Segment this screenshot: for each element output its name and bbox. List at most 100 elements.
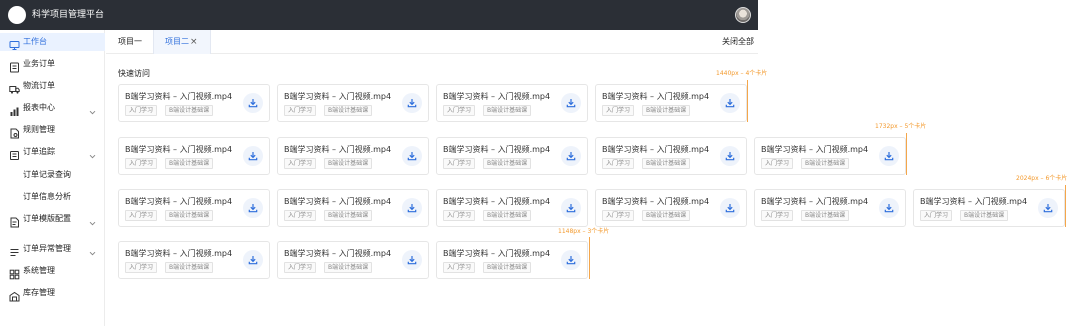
sidebar-item[interactable]: 订单模版配置 <box>0 210 105 228</box>
download-icon <box>407 256 417 265</box>
card-tag: B端设计基础课 <box>642 105 691 116</box>
download-icon <box>407 99 417 108</box>
download-icon <box>248 99 258 108</box>
card-tag: 入门学习 <box>602 158 635 169</box>
file-card[interactable]: B端学习资料 – 入门视频.mp4 入门学习 B端设计基础课 <box>118 241 270 279</box>
download-icon <box>1043 204 1053 213</box>
file-card[interactable]: B端学习资料 – 入门视频.mp4 入门学习 B端设计基础课 <box>118 137 270 175</box>
card-tag: 入门学习 <box>602 105 635 116</box>
download-button[interactable] <box>402 146 422 166</box>
annotation-label: 1732px – 5个卡片 <box>875 123 927 130</box>
tab-bar: 项目一 项目二 × 关闭全部 <box>106 30 758 54</box>
logo-icon <box>8 6 26 24</box>
card-tag: 入门学习 <box>443 105 476 116</box>
card-tag: 入门学习 <box>125 262 158 273</box>
download-button[interactable] <box>561 93 581 113</box>
sidebar-item-label: 订单记录查询 <box>23 170 71 179</box>
file-card[interactable]: B端学习资料 – 入门视频.mp4 入门学习 B端设计基础课 <box>436 84 588 122</box>
download-button[interactable] <box>879 198 899 218</box>
tab-project-1[interactable]: 项目一 <box>118 30 142 54</box>
card-title: B端学习资料 – 入门视频.mp4 <box>125 92 233 101</box>
file-card[interactable]: B端学习资料 – 入门视频.mp4 入门学习 B端设计基础课 <box>277 189 429 227</box>
warehouse-icon <box>9 287 20 302</box>
card-tag: B端设计基础课 <box>642 158 691 169</box>
file-card[interactable]: B端学习资料 – 入门视频.mp4 入门学习 B端设计基础课 <box>595 84 747 122</box>
sidebar-item-label: 物流订单 <box>23 81 55 90</box>
chevron-down-icon[interactable] <box>88 213 97 226</box>
sidebar-item[interactable]: 业务订单 <box>0 55 105 73</box>
sidebar-item[interactable]: 工作台 <box>0 33 105 51</box>
sidebar-item[interactable]: 物流订单 <box>0 77 105 95</box>
card-tag: 入门学习 <box>761 158 794 169</box>
file-card[interactable]: B端学习资料 – 入门视频.mp4 入门学习 B端设计基础课 <box>595 137 747 175</box>
sidebar-item-label: 订单追踪 <box>23 147 55 156</box>
annotation-line <box>906 133 907 175</box>
file-icon <box>9 124 20 139</box>
file-card[interactable]: B端学习资料 – 入门视频.mp4 入门学习 B端设计基础课 <box>595 189 747 227</box>
download-button[interactable] <box>402 93 422 113</box>
file-card[interactable]: B端学习资料 – 入门视频.mp4 入门学习 B端设计基础课 <box>277 84 429 122</box>
download-button[interactable] <box>402 198 422 218</box>
download-button[interactable] <box>243 93 263 113</box>
file-card[interactable]: B端学习资料 – 入门视频.mp4 入门学习 B端设计基础课 <box>118 84 270 122</box>
download-button[interactable] <box>879 146 899 166</box>
card-tag: B端设计基础课 <box>324 262 373 273</box>
sidebar-item[interactable]: 订单异常管理 <box>0 240 105 258</box>
download-button[interactable] <box>561 146 581 166</box>
chevron-down-icon[interactable] <box>88 102 97 115</box>
sidebar-item[interactable]: 规则管理 <box>0 121 105 139</box>
card-tag: B端设计基础课 <box>165 105 214 116</box>
card-tag: B端设计基础课 <box>960 210 1009 221</box>
download-button[interactable] <box>243 250 263 270</box>
list-icon <box>9 146 20 160</box>
file-card[interactable]: B端学习资料 – 入门视频.mp4 入门学习 B端设计基础课 <box>436 241 588 279</box>
file-card[interactable]: B端学习资料 – 入门视频.mp4 入门学习 B端设计基础课 <box>436 189 588 227</box>
sidebar-item-label: 库存管理 <box>23 288 55 297</box>
file-card[interactable]: B端学习资料 – 入门视频.mp4 入门学习 B端设计基础课 <box>913 189 1065 227</box>
close-icon[interactable]: × <box>190 30 198 54</box>
download-button[interactable] <box>243 198 263 218</box>
card-title: B端学习资料 – 入门视频.mp4 <box>284 92 392 101</box>
download-button[interactable] <box>243 146 263 166</box>
download-icon <box>407 152 417 161</box>
download-icon <box>566 204 576 213</box>
download-icon <box>725 152 735 161</box>
download-button[interactable] <box>561 198 581 218</box>
chevron-down-icon[interactable] <box>88 146 97 159</box>
card-title: B端学习资料 – 入门视频.mp4 <box>284 197 392 206</box>
app-title: 科学项目管理平台 <box>32 10 105 20</box>
file-card[interactable]: B端学习资料 – 入门视频.mp4 入门学习 B端设计基础课 <box>754 189 906 227</box>
file-card[interactable]: B端学习资料 – 入门视频.mp4 入门学习 B端设计基础课 <box>277 241 429 279</box>
card-tag: 入门学习 <box>125 105 158 116</box>
user-avatar[interactable] <box>735 7 751 23</box>
sidebar: 工作台业务订单物流订单报表中心规则管理订单追踪订单记录查询订单信息分析 订单模版配… <box>0 30 105 326</box>
annotation-label: 2024px – 6个卡片 <box>1016 175 1068 182</box>
sidebar-item[interactable]: 订单记录查询 <box>0 166 105 184</box>
sidebar-item[interactable]: 库存管理 <box>0 284 105 302</box>
download-icon <box>725 204 735 213</box>
template-icon <box>9 213 20 228</box>
sidebar-item[interactable]: 报表中心 <box>0 99 105 117</box>
card-tag: B端设计基础课 <box>165 210 214 221</box>
sidebar-item[interactable]: 订单追踪 <box>0 143 105 161</box>
download-button[interactable] <box>720 198 740 218</box>
close-all-button[interactable]: 关闭全部 <box>722 30 754 54</box>
download-button[interactable] <box>720 93 740 113</box>
download-icon <box>248 256 258 265</box>
download-button[interactable] <box>1038 198 1058 218</box>
sidebar-item[interactable]: 订单信息分析 <box>0 188 105 206</box>
tab-project-2[interactable]: 项目二 × <box>153 30 211 54</box>
download-button[interactable] <box>402 250 422 270</box>
file-card[interactable]: B端学习资料 – 入门视频.mp4 入门学习 B端设计基础课 <box>277 137 429 175</box>
annotation-label: 1148px – 3个卡片 <box>558 228 610 235</box>
chevron-down-icon[interactable] <box>88 243 97 256</box>
sidebar-item[interactable]: 系统管理 <box>0 262 105 280</box>
download-button[interactable] <box>720 146 740 166</box>
card-title: B端学习资料 – 入门视频.mp4 <box>443 145 551 154</box>
download-button[interactable] <box>561 250 581 270</box>
download-icon <box>884 204 894 213</box>
bar-chart-icon <box>9 102 20 116</box>
file-card[interactable]: B端学习资料 – 入门视频.mp4 入门学习 B端设计基础课 <box>118 189 270 227</box>
file-card[interactable]: B端学习资料 – 入门视频.mp4 入门学习 B端设计基础课 <box>754 137 906 175</box>
file-card[interactable]: B端学习资料 – 入门视频.mp4 入门学习 B端设计基础课 <box>436 137 588 175</box>
